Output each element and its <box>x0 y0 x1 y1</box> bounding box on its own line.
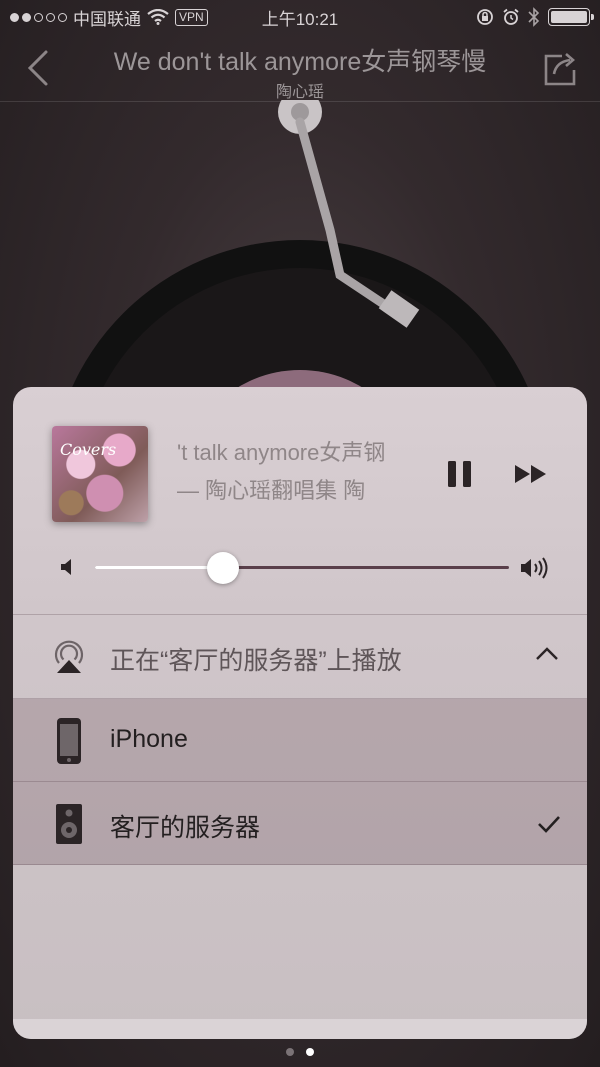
iphone-icon <box>57 718 81 764</box>
device-label: 客厅的服务器 <box>110 814 261 842</box>
status-bar: 中国联通 VPN 上午10:21 <box>0 0 600 34</box>
share-button[interactable] <box>542 48 578 88</box>
airplay-panel: Covers 't talk anymore女声钢 — 陶心瑶翻唱集 陶 正在“… <box>13 387 587 1039</box>
album-art[interactable]: Covers <box>52 426 148 522</box>
speaker-icon <box>56 804 82 844</box>
now-playing-subtitle: — 陶心瑶翻唱集 陶 <box>177 478 366 503</box>
device-row-living-room-server[interactable]: 客厅的服务器 <box>13 782 587 865</box>
vpn-badge: VPN <box>175 8 208 26</box>
page-dot <box>286 1048 294 1056</box>
now-playing-title: 't talk anymore女声钢 <box>177 440 386 465</box>
carrier-label: 中国联通 <box>73 9 141 29</box>
fast-forward-button[interactable] <box>514 463 548 485</box>
airplay-route-header[interactable]: 正在“客厅的服务器”上播放 <box>13 615 587 698</box>
signal-strength-icon <box>10 12 67 22</box>
volume-min-icon <box>61 559 71 575</box>
airplay-icon <box>54 640 84 673</box>
volume-max-icon <box>521 557 548 579</box>
chevron-up-icon[interactable] <box>535 646 559 662</box>
divider <box>13 864 587 865</box>
navigation-bar: We don't talk anymore女声钢琴慢 陶心瑶 <box>0 34 600 102</box>
alarm-icon <box>503 8 519 25</box>
page-dot-active <box>306 1048 314 1056</box>
volume-level <box>95 566 224 569</box>
now-playing-section: Covers 't talk anymore女声钢 — 陶心瑶翻唱集 陶 <box>13 387 587 613</box>
battery-icon <box>548 8 594 26</box>
checkmark-icon <box>538 816 560 833</box>
album-art-text: Covers <box>60 440 117 459</box>
artist-name: 陶心瑶 <box>275 84 324 101</box>
airplay-route-label: 正在“客厅的服务器”上播放 <box>110 647 402 675</box>
back-button[interactable] <box>24 48 54 88</box>
device-row-iphone[interactable]: iPhone <box>13 699 587 782</box>
vinyl-turntable <box>66 100 534 400</box>
bluetooth-icon <box>528 7 540 27</box>
pause-button[interactable] <box>445 459 475 489</box>
now-playing-text[interactable]: 't talk anymore女声钢 — 陶心瑶翻唱集 陶 <box>177 439 429 505</box>
volume-slider-thumb[interactable] <box>207 552 240 584</box>
orientation-lock-icon <box>477 9 493 25</box>
wifi-icon <box>147 9 169 25</box>
panel-footer <box>13 1019 587 1039</box>
device-label: iPhone <box>110 725 188 753</box>
page-indicator[interactable] <box>0 1048 600 1056</box>
song-title: We don't talk anymore女声钢琴慢 <box>113 48 487 76</box>
volume-slider[interactable] <box>95 566 509 569</box>
